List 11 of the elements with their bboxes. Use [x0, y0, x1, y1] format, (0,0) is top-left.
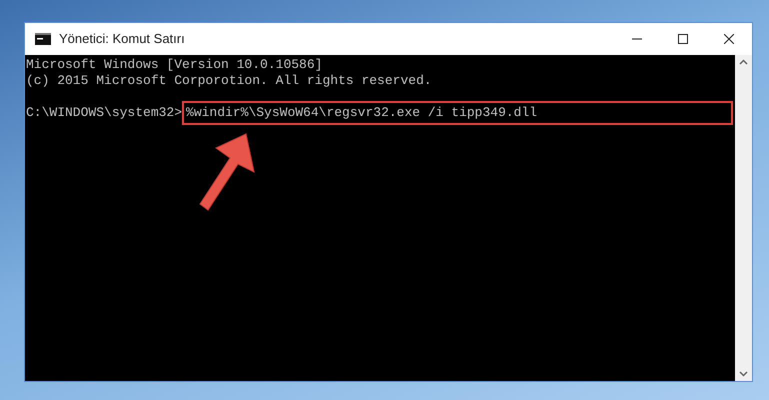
window-title: Yönetici: Komut Satırı [59, 30, 185, 48]
maximize-icon [678, 34, 688, 44]
scroll-up-icon[interactable] [739, 59, 748, 65]
command-text: %windir%\SysWoW64\regsvr32.exe /i tipp349.dll [182, 101, 733, 125]
scrollbar[interactable] [735, 55, 752, 381]
console-line: (c) 2015 Microsoft Corporotion. All rights reserved. [26, 73, 433, 89]
command-prompt: C:\WINDOWS\system32> [26, 105, 182, 121]
scroll-down-icon[interactable] [739, 371, 748, 377]
close-icon [724, 34, 734, 44]
console-line: Microsoft Windows [Version 10.0.10586] [26, 57, 324, 73]
terminal-icon [35, 33, 51, 45]
